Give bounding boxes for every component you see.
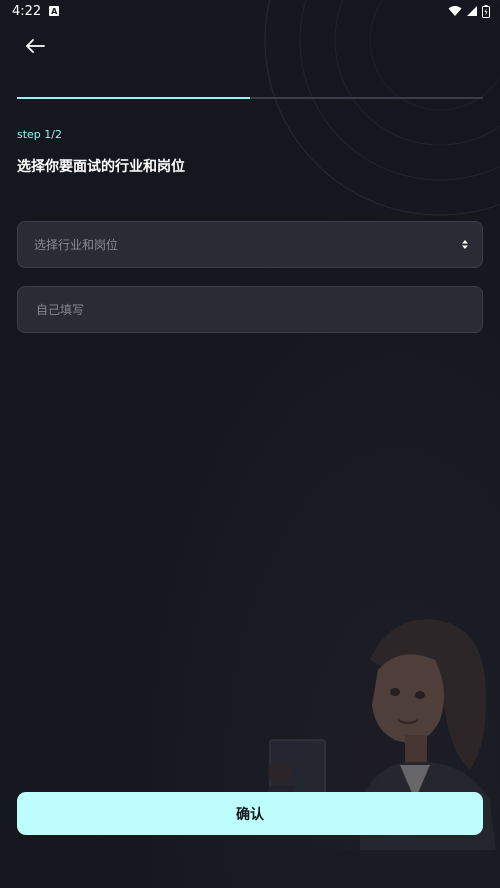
arrow-left-icon	[26, 39, 45, 53]
sort-arrows-icon	[462, 240, 468, 249]
industry-select[interactable]: 选择行业和岗位	[17, 221, 483, 268]
decorative-circles	[264, 0, 500, 216]
notification-a-icon: A	[49, 6, 60, 16]
industry-select-placeholder: 选择行业和岗位	[34, 238, 119, 252]
step-label: step 1/2	[17, 128, 62, 141]
confirm-button[interactable]: 确认	[17, 792, 483, 835]
status-time: 4:22	[12, 3, 42, 19]
battery-icon	[482, 4, 490, 18]
signal-icon	[467, 6, 477, 16]
wifi-icon	[448, 6, 462, 16]
status-right	[448, 4, 490, 18]
screen: 4:22 A step 1/2 选择你要面试的行业和岗位 选择行业和岗位 自己填…	[0, 0, 500, 888]
status-left: 4:22 A	[12, 3, 60, 19]
custom-input-field[interactable]	[17, 286, 483, 333]
custom-input[interactable]	[34, 301, 468, 318]
confirm-button-label: 确认	[236, 806, 264, 823]
progress-fill	[17, 97, 250, 99]
status-bar: 4:22 A	[0, 0, 500, 22]
interviewer-illustration	[250, 600, 500, 888]
progress-bar	[17, 97, 483, 99]
page-title: 选择你要面试的行业和岗位	[17, 159, 185, 175]
back-button[interactable]	[20, 32, 50, 60]
